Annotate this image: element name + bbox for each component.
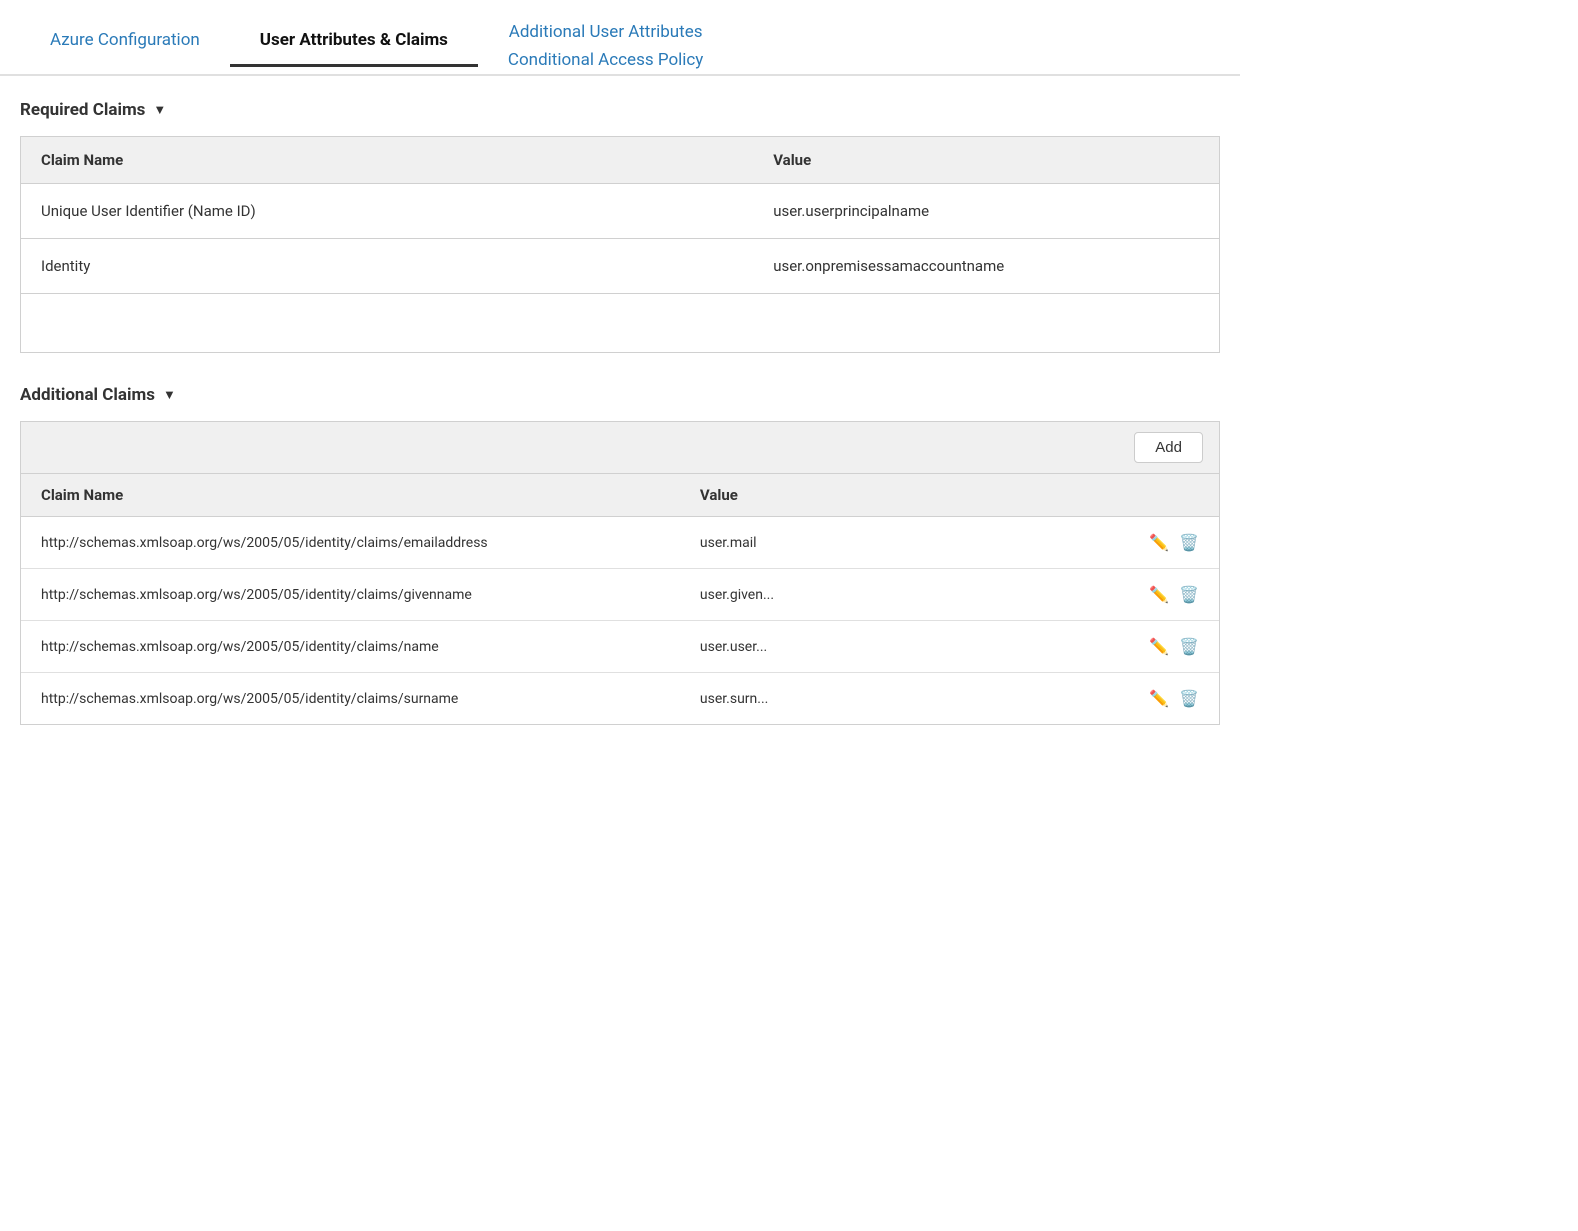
additional-claims-chevron: ▼	[163, 387, 176, 403]
additional-claims-wrapper: Add Claim Name Value http://schemas.xmls…	[20, 421, 1220, 725]
additional-claims-label: Additional Claims	[20, 385, 155, 405]
additional-claims-toolbar: Add	[21, 422, 1219, 474]
additional-claims-header-row: Claim Name Value	[21, 474, 1219, 517]
edit-claim-icon[interactable]: ✏️	[1149, 689, 1169, 708]
delete-claim-icon[interactable]: 🗑️	[1179, 585, 1199, 604]
required-claim-name: Unique User Identifier (Name ID)	[21, 184, 754, 239]
additional-claim-actions: ✏️ 🗑️	[1099, 569, 1219, 621]
additional-col-actions-header	[1099, 474, 1219, 517]
required-claims-row: Unique User Identifier (Name ID) user.us…	[21, 184, 1220, 239]
tab-group-right: Additional User Attributes Conditional A…	[478, 18, 733, 74]
additional-claim-name: http://schemas.xmlsoap.org/ws/2005/05/id…	[21, 621, 680, 673]
edit-claim-icon[interactable]: ✏️	[1149, 637, 1169, 656]
additional-claim-value: user.mail	[680, 517, 1099, 569]
additional-claims-header[interactable]: Additional Claims ▼	[20, 385, 1220, 405]
nav-tabs: Azure Configuration User Attributes & Cl…	[0, 0, 1240, 76]
additional-claim-actions: ✏️ 🗑️	[1099, 621, 1219, 673]
additional-claims-row: http://schemas.xmlsoap.org/ws/2005/05/id…	[21, 621, 1219, 673]
additional-claim-value: user.surn...	[680, 673, 1099, 725]
required-claims-label: Required Claims	[20, 100, 145, 120]
delete-claim-icon[interactable]: 🗑️	[1179, 637, 1199, 656]
additional-claim-value: user.user...	[680, 621, 1099, 673]
required-claim-value: user.userprincipalname	[753, 184, 1219, 239]
required-claims-header[interactable]: Required Claims ▼	[20, 100, 1220, 120]
additional-claim-actions: ✏️ 🗑️	[1099, 673, 1219, 725]
required-claims-header-row: Claim Name Value	[21, 137, 1220, 184]
additional-claims-table: Claim Name Value http://schemas.xmlsoap.…	[21, 474, 1219, 724]
edit-claim-icon[interactable]: ✏️	[1149, 533, 1169, 552]
tab-additional-user-attributes[interactable]: Additional User Attributes	[479, 18, 733, 46]
main-content: Required Claims ▼ Claim Name Value Uniqu…	[0, 76, 1240, 781]
additional-claim-name: http://schemas.xmlsoap.org/ws/2005/05/id…	[21, 673, 680, 725]
required-claims-padding-row	[21, 294, 1220, 353]
additional-col-value-header: Value	[680, 474, 1099, 517]
additional-claims-row: http://schemas.xmlsoap.org/ws/2005/05/id…	[21, 673, 1219, 725]
required-claim-value: user.onpremisessamaccountname	[753, 239, 1219, 294]
required-claims-chevron: ▼	[153, 102, 166, 118]
additional-claim-name: http://schemas.xmlsoap.org/ws/2005/05/id…	[21, 517, 680, 569]
required-claims-row: Identity user.onpremisessamaccountname	[21, 239, 1220, 294]
additional-claims-row: http://schemas.xmlsoap.org/ws/2005/05/id…	[21, 517, 1219, 569]
delete-claim-icon[interactable]: 🗑️	[1179, 533, 1199, 552]
edit-claim-icon[interactable]: ✏️	[1149, 585, 1169, 604]
tab-user-attributes[interactable]: User Attributes & Claims	[230, 18, 478, 67]
additional-claim-actions: ✏️ 🗑️	[1099, 517, 1219, 569]
tab-conditional-access[interactable]: Conditional Access Policy	[478, 46, 733, 74]
additional-claim-name: http://schemas.xmlsoap.org/ws/2005/05/id…	[21, 569, 680, 621]
required-col-name-header: Claim Name	[21, 137, 754, 184]
additional-claims-row: http://schemas.xmlsoap.org/ws/2005/05/id…	[21, 569, 1219, 621]
required-claim-name: Identity	[21, 239, 754, 294]
additional-col-name-header: Claim Name	[21, 474, 680, 517]
required-col-value-header: Value	[753, 137, 1219, 184]
delete-claim-icon[interactable]: 🗑️	[1179, 689, 1199, 708]
required-claims-table: Claim Name Value Unique User Identifier …	[20, 136, 1220, 353]
additional-claim-value: user.given...	[680, 569, 1099, 621]
tab-azure-config[interactable]: Azure Configuration	[20, 18, 230, 64]
add-claim-button[interactable]: Add	[1134, 432, 1203, 463]
